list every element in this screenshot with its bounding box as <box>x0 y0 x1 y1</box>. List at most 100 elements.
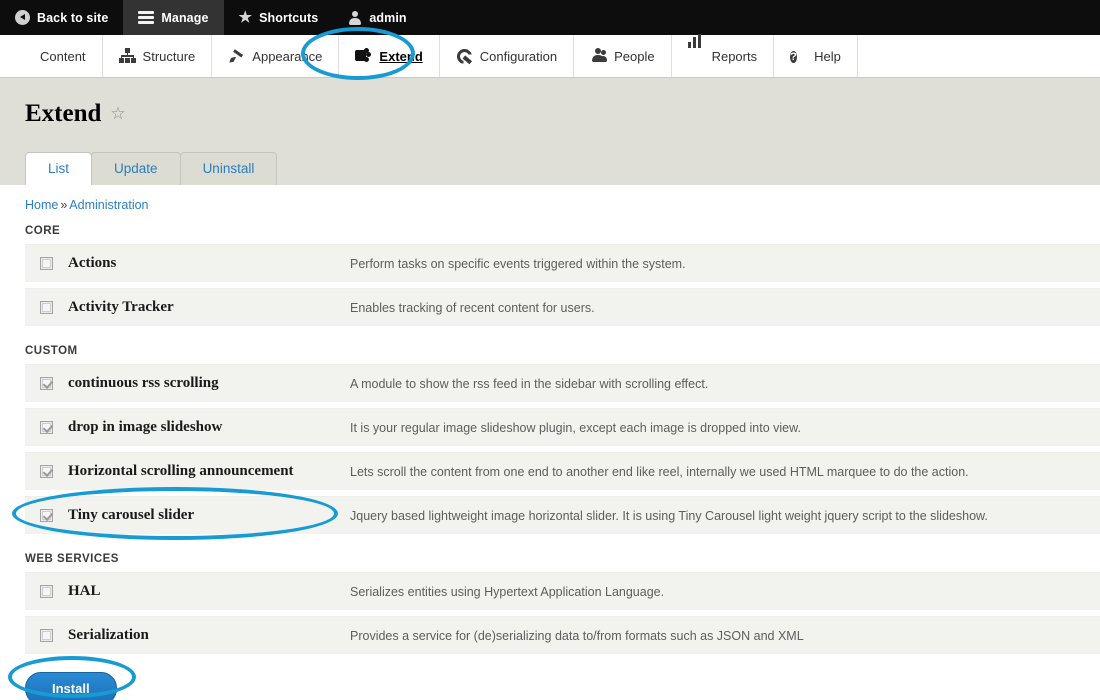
menu-item-label: Reports <box>711 48 758 64</box>
module-row[interactable]: HAL Serializes entities using Hypertext A… <box>25 572 1100 610</box>
module-name: Activity Tracker <box>68 299 174 315</box>
module-enable-checkbox[interactable] <box>40 509 53 522</box>
module-checkbox-cell <box>25 629 68 642</box>
module-description: Serializes entities using Hypertext Appl… <box>350 584 665 599</box>
module-row[interactable]: drop in image slideshow It is your regula… <box>25 408 1100 446</box>
module-row[interactable]: Tiny carousel slider Jquery based lightwe… <box>25 496 1100 534</box>
admin-item-admin-user[interactable]: admin <box>333 0 421 35</box>
module-checkbox-cell <box>25 585 68 598</box>
module-checkbox-cell <box>25 377 68 390</box>
module-enable-checkbox[interactable] <box>40 585 53 598</box>
admin-item-label: admin <box>369 10 407 25</box>
module-enable-checkbox[interactable] <box>40 377 53 390</box>
module-row[interactable]: Serialization Provides a service for (de)… <box>25 616 1100 654</box>
admin-toolbar: Back to site Manage ★ Shortcuts admin <box>0 0 1100 35</box>
menu-item-label: Content <box>40 48 86 64</box>
module-row[interactable]: Actions Perform tasks on specific events … <box>25 244 1100 282</box>
module-name: Serialization <box>68 627 149 643</box>
module-name: Horizontal scrolling announcement <box>68 463 294 479</box>
menu-item-label: People <box>614 48 655 64</box>
module-description: A module to show the rss feed in the sid… <box>350 376 709 391</box>
menu-item-extend[interactable]: Extend <box>339 35 440 77</box>
admin-item-label: Back to site <box>37 10 109 25</box>
module-description: Enables tracking of recent content for u… <box>350 300 595 315</box>
page-tabs: List Update Uninstall <box>25 152 1100 185</box>
admin-item-label: Shortcuts <box>259 10 319 25</box>
paintbrush-icon <box>228 48 245 65</box>
document-icon <box>16 48 33 65</box>
module-enable-checkbox[interactable] <box>40 257 53 270</box>
tree-icon <box>118 47 136 65</box>
module-name: HAL <box>68 583 101 599</box>
menu-item-label: Structure <box>142 48 196 64</box>
module-description: Provides a service for (de)serializing d… <box>350 628 804 643</box>
module-checkbox-cell <box>25 509 68 522</box>
people-icon <box>590 48 608 65</box>
menu-item-label: Configuration <box>479 48 558 64</box>
module-description: Jquery based lightweight image horizonta… <box>350 508 988 523</box>
drupal-extend-page: Back to site Manage ★ Shortcuts admin Co… <box>0 0 1100 700</box>
module-description: Perform tasks on specific events trigger… <box>350 256 686 271</box>
menu-item-structure[interactable]: Structure <box>103 35 213 77</box>
module-row[interactable]: Horizontal scrolling announcement Lets sc… <box>25 452 1100 490</box>
menu-item-content[interactable]: Content <box>0 35 103 77</box>
module-checkbox-cell <box>25 301 68 314</box>
module-row[interactable]: continuous rss scrolling A module to show… <box>25 364 1100 402</box>
favorite-star-icon[interactable]: ☆ <box>110 104 125 124</box>
tab-update[interactable]: Update <box>91 152 181 185</box>
admin-item-shortcuts[interactable]: ★ Shortcuts <box>224 0 334 35</box>
menu-item-reports[interactable]: Reports <box>672 33 775 77</box>
module-enable-checkbox[interactable] <box>40 465 53 478</box>
menu-item-help[interactable]: ? Help <box>774 35 858 77</box>
tab-label: List <box>48 161 70 176</box>
module-checkbox-cell <box>25 421 68 434</box>
module-name: Actions <box>68 255 117 271</box>
tab-label: Uninstall <box>202 161 255 176</box>
page-title: Extend ☆ <box>25 100 1100 128</box>
hamburger-icon <box>138 11 155 24</box>
tab-list[interactable]: List <box>25 152 93 185</box>
menu-item-label: Extend <box>379 48 423 64</box>
module-name: continuous rss scrolling <box>68 375 219 391</box>
module-description: Lets scroll the content from one end to … <box>350 464 969 479</box>
back-arrow-icon <box>15 10 30 25</box>
module-name: drop in image slideshow <box>68 419 223 435</box>
breadcrumb: Home» Administration <box>0 185 1100 212</box>
page-header: Extend ☆ List Update Uninstall <box>0 78 1100 185</box>
form-actions: Install <box>0 660 1100 700</box>
module-list: CORE Actions Perform tasks on specific eve… <box>0 212 1100 654</box>
breadcrumb-separator: » <box>60 198 68 212</box>
module-enable-checkbox[interactable] <box>40 301 53 314</box>
menu-item-label: Help <box>814 48 841 64</box>
module-enable-checkbox[interactable] <box>40 629 53 642</box>
question-mark-icon: ? <box>790 50 797 63</box>
module-description: It is your regular image slideshow plugi… <box>350 420 801 435</box>
person-icon <box>348 10 362 25</box>
module-group-label: CUSTOM <box>25 345 78 357</box>
module-group-label: WEB SERVICES <box>25 553 119 565</box>
admin-menu-bar: Content Structure Appearance Extend Conf… <box>0 33 1100 78</box>
bar-chart-icon <box>687 33 705 65</box>
install-button[interactable]: Install <box>25 672 117 700</box>
admin-item-label: Manage <box>161 10 209 25</box>
menu-item-appearance[interactable]: Appearance <box>212 35 340 77</box>
menu-item-configuration[interactable]: Configuration <box>440 35 575 77</box>
breadcrumb-home-link[interactable]: Home <box>25 198 58 212</box>
tab-uninstall[interactable]: Uninstall <box>179 152 278 185</box>
module-enable-checkbox[interactable] <box>40 421 53 434</box>
star-icon: ★ <box>238 9 253 26</box>
module-group-label: CORE <box>25 225 61 237</box>
page-title-text: Extend <box>25 100 102 127</box>
module-checkbox-cell <box>25 257 68 270</box>
admin-item-back-to-site[interactable]: Back to site <box>0 0 123 35</box>
tab-label: Update <box>114 161 158 176</box>
module-row[interactable]: Activity Tracker Enables tracking of rece… <box>25 288 1100 326</box>
wrench-icon <box>456 48 473 65</box>
admin-item-manage[interactable]: Manage <box>123 0 224 35</box>
breadcrumb-administration-link[interactable]: Administration <box>69 198 148 212</box>
menu-item-label: Appearance <box>252 48 323 64</box>
menu-item-people[interactable]: People <box>574 35 672 77</box>
module-name: Tiny carousel slider <box>68 507 195 523</box>
puzzle-piece-icon <box>355 47 372 65</box>
module-checkbox-cell <box>25 465 68 478</box>
